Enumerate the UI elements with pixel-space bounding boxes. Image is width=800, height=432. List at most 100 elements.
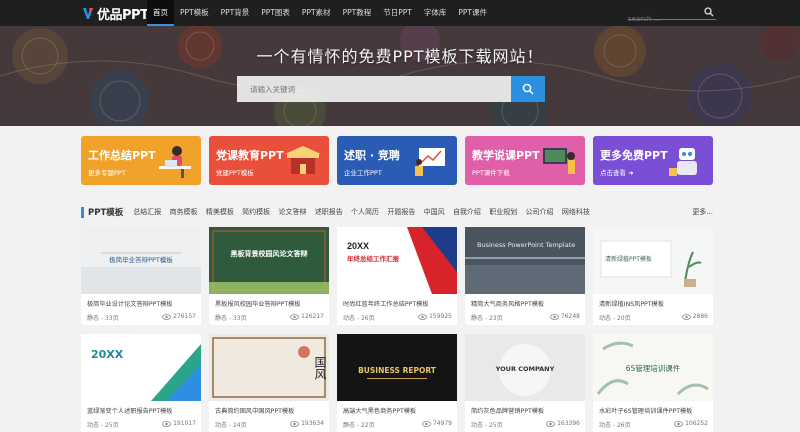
tag-career[interactable]: 职业规划 bbox=[489, 207, 517, 217]
nav-item-ppt-courseware[interactable]: PPT课件 bbox=[452, 0, 493, 26]
view-count-value: 159925 bbox=[429, 313, 452, 320]
template-card[interactable]: Business PowerPoint Template 精简大气商务风格PPT… bbox=[465, 227, 585, 325]
eye-icon bbox=[550, 313, 559, 320]
search-icon[interactable] bbox=[704, 7, 714, 17]
card-more-free[interactable]: 更多免费PPT 点击查看 ➜ bbox=[593, 136, 713, 185]
nav-search-input[interactable] bbox=[628, 12, 698, 26]
thumbnail-text: 20XX bbox=[91, 348, 124, 361]
section-header: PPT模板 总结汇报 商务模板 精美模板 简约模板 论文答辩 述职报告 个人简历… bbox=[81, 205, 713, 219]
nav-item-ppt-materials[interactable]: PPT素材 bbox=[296, 0, 337, 26]
view-count: 2886 bbox=[681, 313, 708, 320]
thumbnail-text: YOUR COMPANY bbox=[495, 365, 555, 373]
category-cards: 工作总结PPT 更多专题PPT 党课教育PPT 党建PPT模板 述职 · 竞聘 … bbox=[81, 136, 713, 185]
logo-mark-icon bbox=[83, 7, 93, 19]
template-thumbnail: 黑板背景校园风论文答辩 bbox=[209, 227, 329, 294]
tag-self-intro[interactable]: 自我介绍 bbox=[453, 207, 481, 217]
nav-item-holiday-ppt[interactable]: 节日PPT bbox=[377, 0, 418, 26]
template-thumbnail: 6S管理培训课件 bbox=[593, 334, 713, 401]
nav-item-ppt-templates[interactable]: PPT模板 bbox=[174, 0, 215, 26]
card-teaching[interactable]: 教学说课PPT PPT课件下载 bbox=[465, 136, 585, 185]
template-meta: 动态 - 25页 bbox=[471, 422, 503, 429]
nav-item-ppt-tutorials[interactable]: PPT教程 bbox=[337, 0, 378, 26]
nav-item-ppt-charts[interactable]: PPT图表 bbox=[255, 0, 296, 26]
thumbnail-text: Business PowerPoint Template bbox=[477, 241, 576, 249]
thumbnail-text: 极简毕业答辩PPT模板 bbox=[109, 256, 173, 264]
template-card[interactable]: YOUR COMPANY 简约灰色品牌营销PPT模板 动态 - 25页 1633… bbox=[465, 334, 585, 432]
eye-icon bbox=[418, 313, 427, 320]
tag-resume[interactable]: 个人简历 bbox=[351, 207, 379, 217]
teacher-illustration bbox=[543, 148, 575, 174]
tag-thesis-defense[interactable]: 论文答辩 bbox=[278, 207, 306, 217]
view-count: 191017 bbox=[162, 420, 196, 427]
tag-simple[interactable]: 简约模板 bbox=[242, 207, 270, 217]
card-subtitle: PPT课件下载 bbox=[472, 169, 510, 177]
section-accent-bar bbox=[81, 206, 84, 218]
presentation-illustration bbox=[415, 148, 445, 176]
thumbnail-text: 黑板背景校园风论文答辩 bbox=[230, 250, 308, 258]
eye-icon bbox=[674, 420, 683, 427]
tag-summary[interactable]: 总结汇报 bbox=[133, 207, 161, 217]
template-card[interactable]: 20XX 年终总结工作汇报 时尚红蓝年终工作总结PPT模板 动态 - 26页 1… bbox=[337, 227, 457, 325]
template-card[interactable]: 极简毕业答辩PPT模板 极简毕业设计论文答辩PPT模板 静态 - 33页 276… bbox=[81, 227, 201, 325]
hero-search-button[interactable] bbox=[511, 76, 545, 102]
card-party-education[interactable]: 党课教育PPT 党建PPT模板 bbox=[209, 136, 329, 185]
card-job-report[interactable]: 述职 · 竞聘 企业工作PPT bbox=[337, 136, 457, 185]
template-meta: 动态 - 26页 bbox=[343, 315, 375, 322]
robot-illustration bbox=[669, 148, 697, 176]
tag-business[interactable]: 商务模板 bbox=[170, 207, 198, 217]
template-card[interactable]: BUSINESS REPORT 高端大气黑色商务PPT模板 静态 - 22页 7… bbox=[337, 334, 457, 432]
card-title: 党课教育PPT bbox=[216, 149, 284, 162]
template-meta: 动态 - 24页 bbox=[215, 422, 247, 429]
eye-icon bbox=[162, 420, 171, 427]
card-subtitle: 点击查看 ➜ bbox=[600, 169, 634, 177]
template-title: 简约灰色品牌营销PPT模板 bbox=[471, 408, 545, 415]
template-card[interactable]: 国风 古典简约国风中国风PPT模板 动态 - 24页 193634 bbox=[209, 334, 329, 432]
eye-icon bbox=[290, 420, 299, 427]
view-count-value: 74979 bbox=[432, 420, 452, 427]
nav-item-home[interactable]: 首页 bbox=[147, 0, 174, 26]
template-title: 高端大气黑色商务PPT模板 bbox=[343, 408, 417, 415]
card-work-summary[interactable]: 工作总结PPT 更多专题PPT bbox=[81, 136, 201, 185]
nav-item-ppt-backgrounds[interactable]: PPT背景 bbox=[215, 0, 256, 26]
view-count: 74979 bbox=[422, 420, 452, 427]
view-count: 193634 bbox=[290, 420, 324, 427]
search-icon bbox=[522, 83, 534, 95]
nav-item-fonts[interactable]: 字体库 bbox=[418, 0, 453, 26]
tag-company[interactable]: 公司介绍 bbox=[526, 207, 554, 217]
view-count-value: 163396 bbox=[557, 420, 580, 427]
template-title: 水彩叶子6S管理培训课件PPT模板 bbox=[599, 408, 693, 415]
view-count: 126217 bbox=[290, 313, 324, 320]
tag-exquisite[interactable]: 精美模板 bbox=[206, 207, 234, 217]
view-count: 276157 bbox=[162, 313, 196, 320]
main-menu: 首页 PPT模板 PPT背景 PPT图表 PPT素材 PPT教程 节日PPT 字… bbox=[147, 0, 493, 26]
template-meta: 动态 - 26页 bbox=[599, 422, 631, 429]
template-title: 黑板报风校园毕业答辩PPT模板 bbox=[215, 301, 301, 308]
template-thumbnail: Business PowerPoint Template bbox=[465, 227, 585, 294]
template-card[interactable]: 20XX 蓝绿渐变个人述职报告PPT模板 动态 - 25页 191017 bbox=[81, 334, 201, 432]
template-card[interactable]: 6S管理培训课件 水彩叶子6S管理培训课件PPT模板 动态 - 26页 1062… bbox=[593, 334, 713, 432]
nav-search bbox=[628, 6, 716, 26]
thumbnail-text: 年终总结工作汇报 bbox=[347, 255, 399, 263]
template-thumbnail: 20XX 年终总结工作汇报 bbox=[337, 227, 457, 294]
tag-job-report[interactable]: 述职报告 bbox=[315, 207, 343, 217]
view-count: 163396 bbox=[546, 420, 580, 427]
thumbnail-text: 国风 bbox=[313, 356, 327, 380]
hero-search-box bbox=[237, 76, 545, 102]
site-logo[interactable]: 优品PPT bbox=[82, 4, 149, 23]
tag-proposal[interactable]: 开题报告 bbox=[387, 207, 415, 217]
tag-tech[interactable]: 网络科技 bbox=[562, 207, 590, 217]
template-thumbnail: YOUR COMPANY bbox=[465, 334, 585, 401]
view-count: 159925 bbox=[418, 313, 452, 320]
tag-chinese-style[interactable]: 中国风 bbox=[424, 207, 445, 217]
template-card[interactable]: 清新绿植PPT模板 清新绿植INS风PPT模板 动态 - 20页 2886 bbox=[593, 227, 713, 325]
more-link[interactable]: 更多... bbox=[692, 207, 713, 217]
template-thumbnail: 清新绿植PPT模板 bbox=[593, 227, 713, 294]
thumbnail-text: 6S管理培训课件 bbox=[625, 364, 681, 373]
eye-icon bbox=[162, 313, 171, 320]
template-title: 精简大气商务风格PPT模板 bbox=[471, 301, 545, 308]
template-card[interactable]: 黑板背景校园风论文答辩 黑板报风校园毕业答辩PPT模板 静态 - 33页 126… bbox=[209, 227, 329, 325]
template-meta: 静态 - 33页 bbox=[215, 315, 247, 322]
template-meta: 静态 - 23页 bbox=[471, 315, 503, 322]
hero-search-input[interactable] bbox=[237, 76, 511, 102]
template-title: 古典简约国风中国风PPT模板 bbox=[215, 408, 295, 415]
